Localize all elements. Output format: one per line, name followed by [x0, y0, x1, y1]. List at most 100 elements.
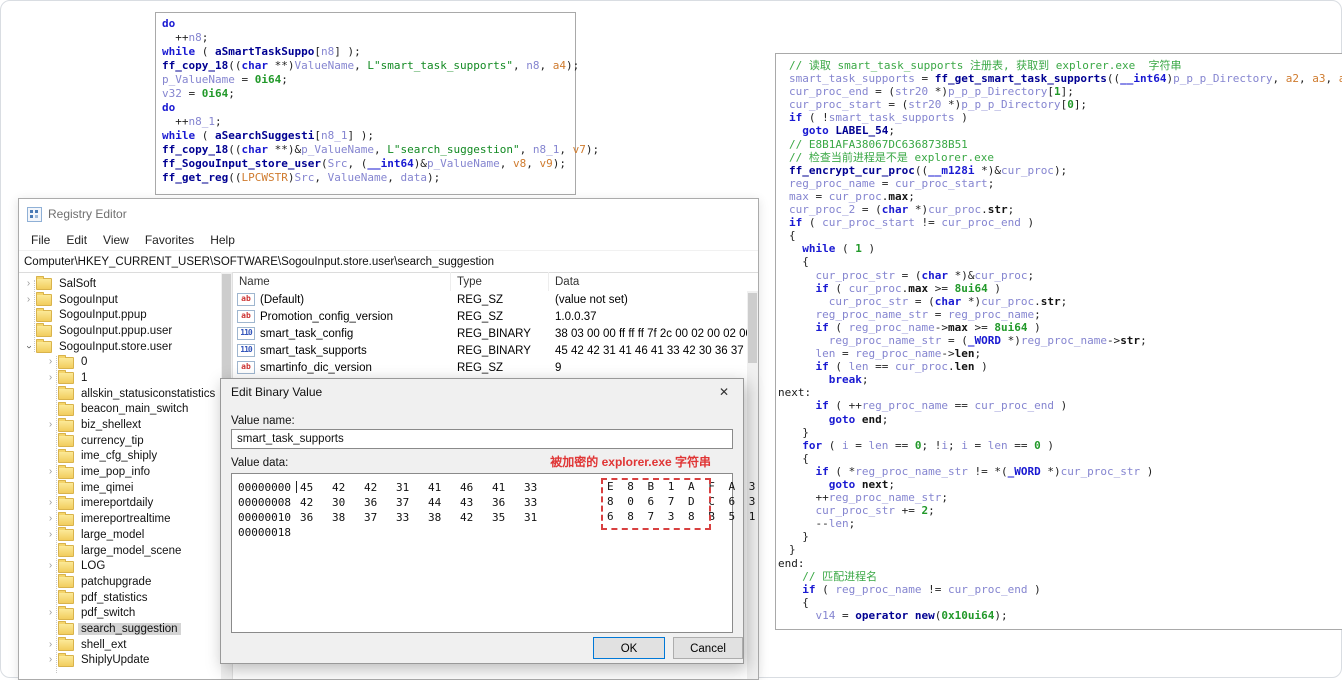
chevron-right-icon[interactable]: › [45, 357, 56, 367]
tree-item-SalSoft[interactable]: › SalSoft [19, 276, 232, 292]
tree-item-SogouInput.store.user[interactable]: › SogouInput.store.user [19, 339, 232, 355]
folder-icon [58, 511, 74, 526]
hex-byte[interactable]: 36 [364, 496, 396, 509]
hex-byte[interactable]: 42 [364, 481, 396, 494]
tree-item-1[interactable]: › 1 [19, 370, 232, 386]
hex-byte[interactable]: 33 [396, 511, 428, 524]
hex-byte[interactable]: 36 [300, 511, 332, 524]
hex-byte[interactable]: 46 [460, 481, 492, 494]
dialog-title-bar[interactable]: Edit Binary Value [221, 379, 743, 405]
tree-item-shell_ext[interactable]: › shell_ext [19, 637, 232, 653]
value-row-smart_task_config[interactable]: 110 smart_task_config REG_BINARY 38 03 00 0… [233, 325, 758, 342]
tree-item-pdf_statistics[interactable]: pdf_statistics [19, 590, 232, 606]
hex-byte[interactable]: 43 [460, 496, 492, 509]
value-row-Promotion_config_version[interactable]: ab Promotion_config_version REG_SZ 1.0.0.37 [233, 308, 758, 325]
tree-item-label: allskin_statusiconstatistics [81, 387, 216, 400]
code-line: max = cur_proc.max; [789, 189, 915, 203]
hex-byte[interactable]: 30 [332, 496, 364, 509]
chevron-right-icon[interactable]: › [45, 420, 56, 430]
tree-item-patchupgrade[interactable]: patchupgrade [19, 574, 232, 590]
chevron-right-icon[interactable]: › [23, 294, 34, 305]
hex-byte[interactable]: 45 [300, 481, 332, 494]
chevron-right-icon[interactable]: › [45, 655, 56, 665]
menu-item-help[interactable]: Help [202, 231, 243, 249]
value-row-smart_task_supports[interactable]: 110 smart_task_supports REG_BINARY 45 42 42… [233, 342, 758, 359]
chevron-right-icon[interactable]: › [45, 561, 56, 571]
chevron-right-icon[interactable]: › [45, 467, 56, 477]
code-line: { [789, 451, 809, 465]
tree-item-ShiplyUpdate[interactable]: › ShiplyUpdate [19, 652, 232, 669]
tree-item-pdf_switch[interactable]: › pdf_switch [19, 605, 232, 621]
chevron-right-icon[interactable]: › [45, 639, 56, 650]
value-row-(Default)[interactable]: ab (Default) REG_SZ (value not set) [233, 291, 758, 308]
menu-item-view[interactable]: View [95, 231, 137, 249]
tree-item-ime_pop_info[interactable]: › ime_pop_info [19, 464, 232, 480]
tree-item-large_model_scene[interactable]: large_model_scene [19, 543, 232, 559]
tree-item-ime_qimei[interactable]: ime_qimei [19, 480, 232, 496]
title-bar[interactable]: Registry Editor [19, 199, 758, 229]
code-line: for ( i = len == 0; !i; i = len == 0 ) [802, 438, 1054, 452]
values-scrollbar-thumb[interactable] [748, 293, 757, 363]
chevron-right-icon[interactable]: › [45, 498, 56, 508]
column-header-name[interactable]: Name [233, 272, 451, 291]
registry-editor-icon [27, 206, 42, 222]
hex-byte[interactable]: 33 [524, 496, 556, 509]
menu-item-favorites[interactable]: Favorites [137, 231, 202, 249]
value-data-cell: (value not set) [555, 293, 628, 306]
tree-item-0[interactable]: › 0 [19, 354, 232, 370]
tree-item-search_suggestion[interactable]: search_suggestion [19, 621, 232, 637]
reg-sz-icon: ab [237, 310, 255, 323]
value-data-cell: 9 [555, 361, 562, 374]
menu-item-edit[interactable]: Edit [58, 231, 95, 249]
hex-byte[interactable]: 37 [364, 511, 396, 524]
hex-byte[interactable]: 37 [396, 496, 428, 509]
hex-byte[interactable]: 38 [428, 511, 460, 524]
close-icon[interactable]: ✕ [709, 381, 739, 403]
hex-byte[interactable]: 42 [460, 511, 492, 524]
chevron-right-icon[interactable]: › [45, 608, 56, 618]
chevron-right-icon[interactable]: › [45, 372, 56, 383]
hex-byte[interactable]: 31 [396, 481, 428, 494]
tree-item-label: imereportdaily [81, 497, 154, 510]
tree-item-SogouInput[interactable]: › SogouInput [19, 292, 232, 308]
chevron-right-icon[interactable]: › [23, 278, 34, 289]
ok-button[interactable]: OK [593, 637, 665, 659]
tree-item-currency_tip[interactable]: currency_tip [19, 433, 232, 449]
code-line: cur_proc_2 = (char *)cur_proc.str; [789, 203, 1015, 217]
tree-item-SogouInput.ppup.user[interactable]: SogouInput.ppup.user [19, 323, 232, 339]
value-name-cell: ab (Default) [233, 293, 451, 306]
value-row-smartinfo_dic_version[interactable]: ab smartinfo_dic_version REG_SZ 9 [233, 359, 758, 376]
hex-byte[interactable]: 41 [492, 481, 524, 494]
column-header-type[interactable]: Type [451, 272, 549, 291]
tree-item-imereportrealtime[interactable]: › imereportrealtime [19, 511, 232, 527]
menu-item-file[interactable]: File [23, 231, 58, 249]
tree-item-LOG[interactable]: › LOG [19, 558, 232, 574]
chevron-right-icon[interactable]: › [45, 529, 56, 540]
hex-byte[interactable]: 42 [300, 496, 332, 509]
hex-byte[interactable]: 38 [332, 511, 364, 524]
tree-item-SogouInput.ppup[interactable]: SogouInput.ppup [19, 307, 232, 323]
hex-byte[interactable]: 33 [524, 481, 556, 494]
hex-byte[interactable]: 35 [492, 511, 524, 524]
code-line: cur_proc_str += 2; [815, 504, 935, 518]
tree-item-beacon_main_switch[interactable]: beacon_main_switch [19, 401, 232, 418]
tree-item-ime_cfg_shiply[interactable]: ime_cfg_shiply [19, 448, 232, 465]
column-header-data[interactable]: Data [549, 272, 758, 291]
tree-item-allskin_statusiconstatistics[interactable]: allskin_statusiconstatistics [19, 386, 232, 402]
address-input[interactable]: Computer\HKEY_CURRENT_USER\SOFTWARE\Sogo… [19, 254, 758, 270]
folder-icon [58, 386, 74, 401]
tree-item-large_model[interactable]: › large_model [19, 527, 232, 543]
hex-editor[interactable]: 00000000 45 42 42 31 41 46 41 33 E 8 B 1 A F A 30… [231, 473, 755, 633]
text-caret [296, 481, 297, 493]
hex-byte[interactable]: 36 [492, 496, 524, 509]
tree-item-imereportdaily[interactable]: › imereportdaily [19, 495, 232, 512]
hex-byte[interactable]: 31 [524, 511, 556, 524]
hex-byte[interactable]: 41 [428, 481, 460, 494]
value-name-input[interactable] [231, 429, 733, 449]
tree-item-biz_shellext[interactable]: › biz_shellext [19, 417, 232, 433]
hex-byte[interactable]: 42 [332, 481, 364, 494]
hex-byte[interactable]: 44 [428, 496, 460, 509]
chevron-down-icon[interactable]: › [24, 341, 35, 352]
cancel-button[interactable]: Cancel [673, 637, 743, 659]
chevron-right-icon[interactable]: › [45, 514, 56, 524]
